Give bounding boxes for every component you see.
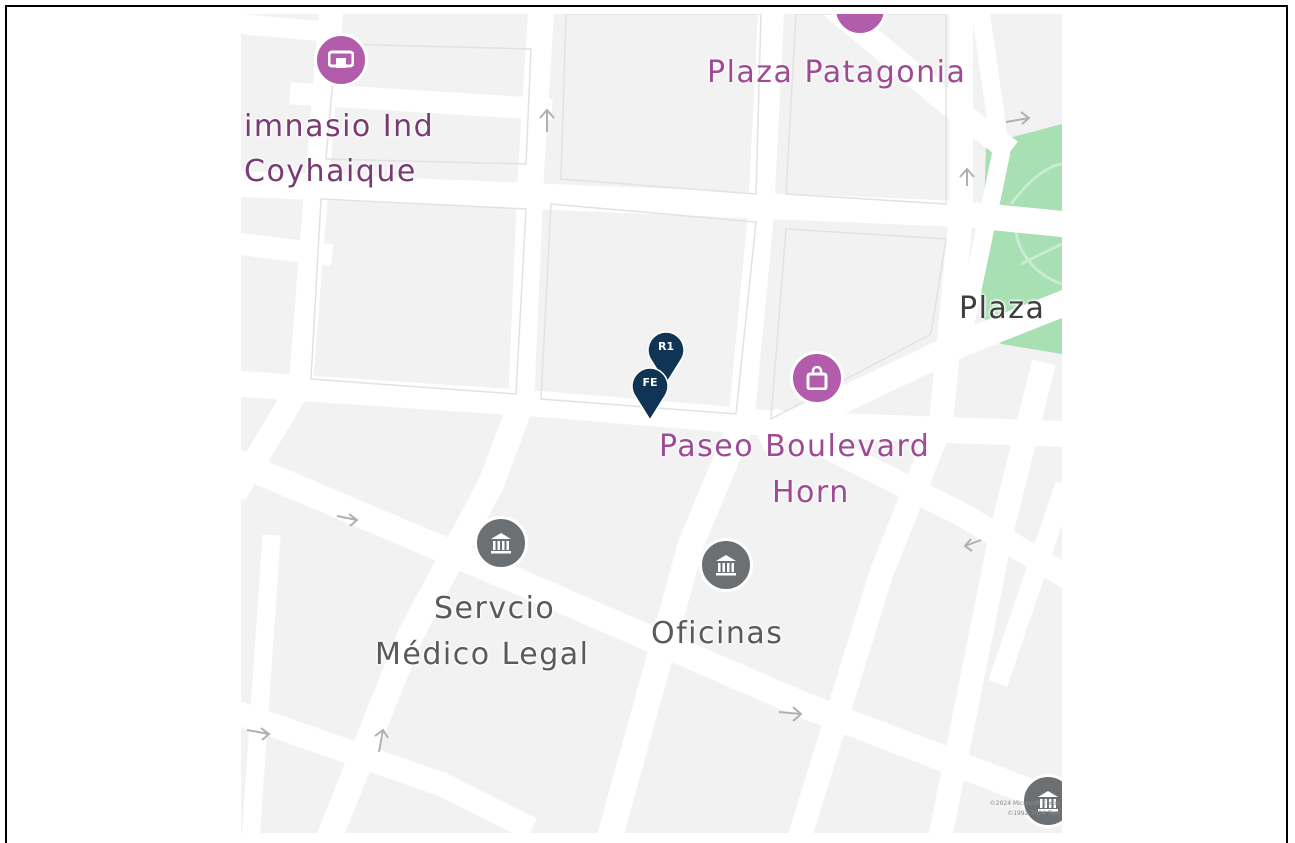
pin-fe[interactable]: FE (631, 364, 673, 422)
gimnasio-label-line1: imnasio Ind (244, 109, 435, 144)
map-copyright: ©2024 Microsoft Corpo ©1992-2024 Tom (990, 799, 1060, 819)
paseo-label-line1: Paseo Boulevard (659, 429, 931, 464)
paseo-label-line2: Horn (772, 475, 850, 510)
copyright-line2: ©1992-2024 Tom (1007, 810, 1060, 817)
plaza-label: Plaza (959, 291, 1046, 326)
servicio-label-line2: Médico Legal (375, 637, 590, 672)
oficinas-label: Oficinas (651, 616, 784, 651)
pin-r1-label: R1 (657, 340, 675, 353)
government-building-icon[interactable] (699, 538, 753, 592)
servicio-label-line1: Servcio (434, 591, 556, 626)
government-building-icon[interactable] (474, 516, 528, 570)
gimnasio-label-line2: Coyhaique (244, 154, 417, 189)
plaza-patagonia-label: Plaza Patagonia (707, 55, 967, 90)
pin-fe-label: FE (642, 376, 658, 389)
shopping-bag-icon[interactable] (790, 351, 844, 405)
copyright-line1: ©2024 Microsoft Corpo (989, 800, 1060, 807)
map-view[interactable]: imnasio Ind Coyhaique Plaza Patagonia Pl… (241, 14, 1062, 833)
gym-icon[interactable] (314, 33, 368, 87)
